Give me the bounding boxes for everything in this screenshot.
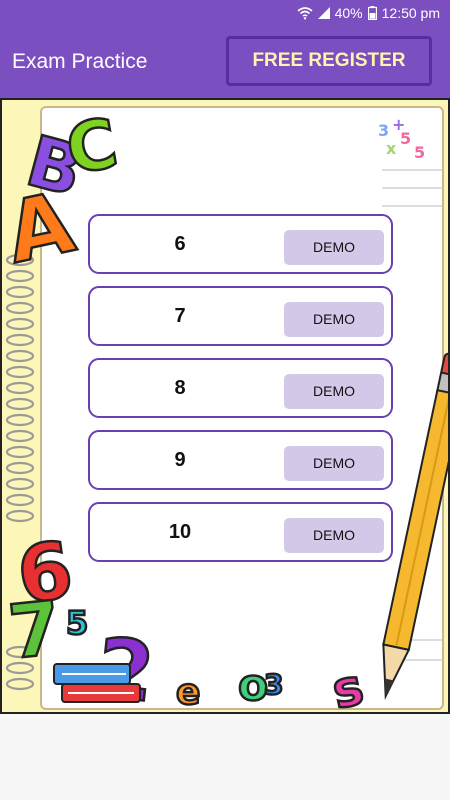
svg-text:x: x — [386, 139, 397, 158]
notebook-board: A B C 3 + 5 5 x 6 7 5 2 e o 3 s — [0, 98, 450, 714]
grade-row-7[interactable]: 7 DEMO — [88, 286, 393, 346]
page-title: Exam Practice — [12, 50, 148, 73]
wifi-icon — [297, 7, 313, 20]
grade-row-8[interactable]: 8 DEMO — [88, 358, 393, 418]
demo-button[interactable]: DEMO — [284, 518, 384, 553]
demo-button[interactable]: DEMO — [284, 446, 384, 481]
clock: 12:50 pm — [381, 5, 440, 21]
svg-text:3: 3 — [378, 121, 389, 140]
grade-row-9[interactable]: 9 DEMO — [88, 430, 393, 490]
grade-label: 9 — [174, 449, 186, 471]
status-bar: 40% 12:50 pm — [0, 0, 450, 28]
grade-label: 7 — [174, 305, 186, 327]
svg-text:3: 3 — [264, 668, 283, 701]
svg-text:e: e — [176, 672, 200, 713]
books-icon — [53, 663, 141, 703]
math-symbols-icon: 3 + 5 5 x — [378, 115, 425, 162]
battery-percent: 40% — [334, 5, 363, 21]
signal-icon — [317, 7, 330, 19]
free-register-button[interactable]: FREE REGISTER — [226, 36, 432, 86]
svg-text:s: s — [327, 657, 368, 714]
demo-button[interactable]: DEMO — [284, 230, 384, 265]
demo-button[interactable]: DEMO — [284, 374, 384, 409]
svg-text:7: 7 — [5, 585, 65, 676]
demo-button[interactable]: DEMO — [284, 302, 384, 337]
grade-row-6[interactable]: 6 DEMO — [88, 214, 393, 274]
svg-text:5: 5 — [66, 604, 88, 642]
app-bar: Exam Practice FREE REGISTER — [0, 28, 450, 98]
grade-label: 6 — [174, 233, 186, 255]
grade-label: 10 — [168, 521, 192, 543]
empty-footer-area — [0, 714, 450, 800]
grade-row-10[interactable]: 10 DEMO — [88, 502, 393, 562]
battery-icon — [367, 6, 377, 20]
svg-text:5: 5 — [400, 129, 411, 148]
grade-label: 8 — [174, 377, 186, 399]
svg-text:5: 5 — [414, 143, 425, 162]
